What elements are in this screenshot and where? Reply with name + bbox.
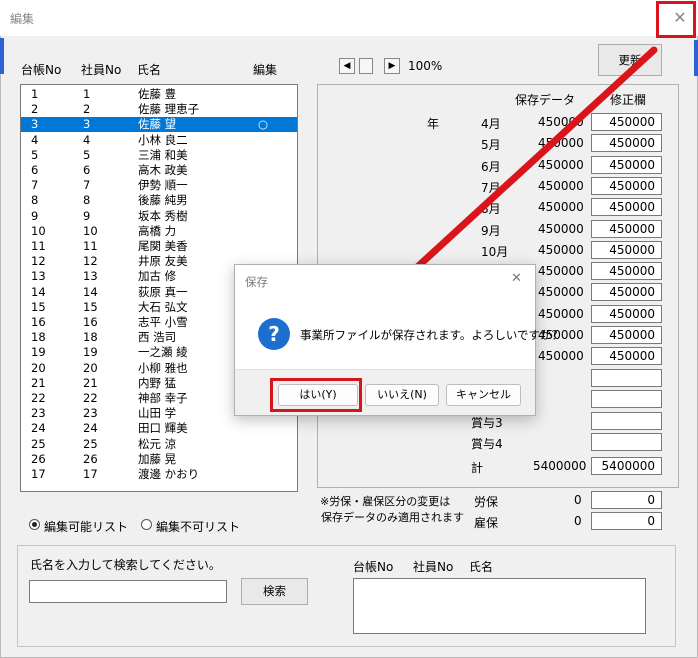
dialog-message: 事業所ファイルが保存されます。よろしいですか？ [300, 328, 564, 342]
dialog-title: 保存 [245, 275, 268, 289]
dialog-close-icon[interactable]: ✕ [511, 271, 522, 286]
cancel-button[interactable]: キャンセル [446, 384, 521, 406]
no-button[interactable]: いいえ(N) [365, 384, 439, 406]
question-icon: ? [258, 318, 290, 350]
yes-highlight-box [270, 378, 362, 412]
